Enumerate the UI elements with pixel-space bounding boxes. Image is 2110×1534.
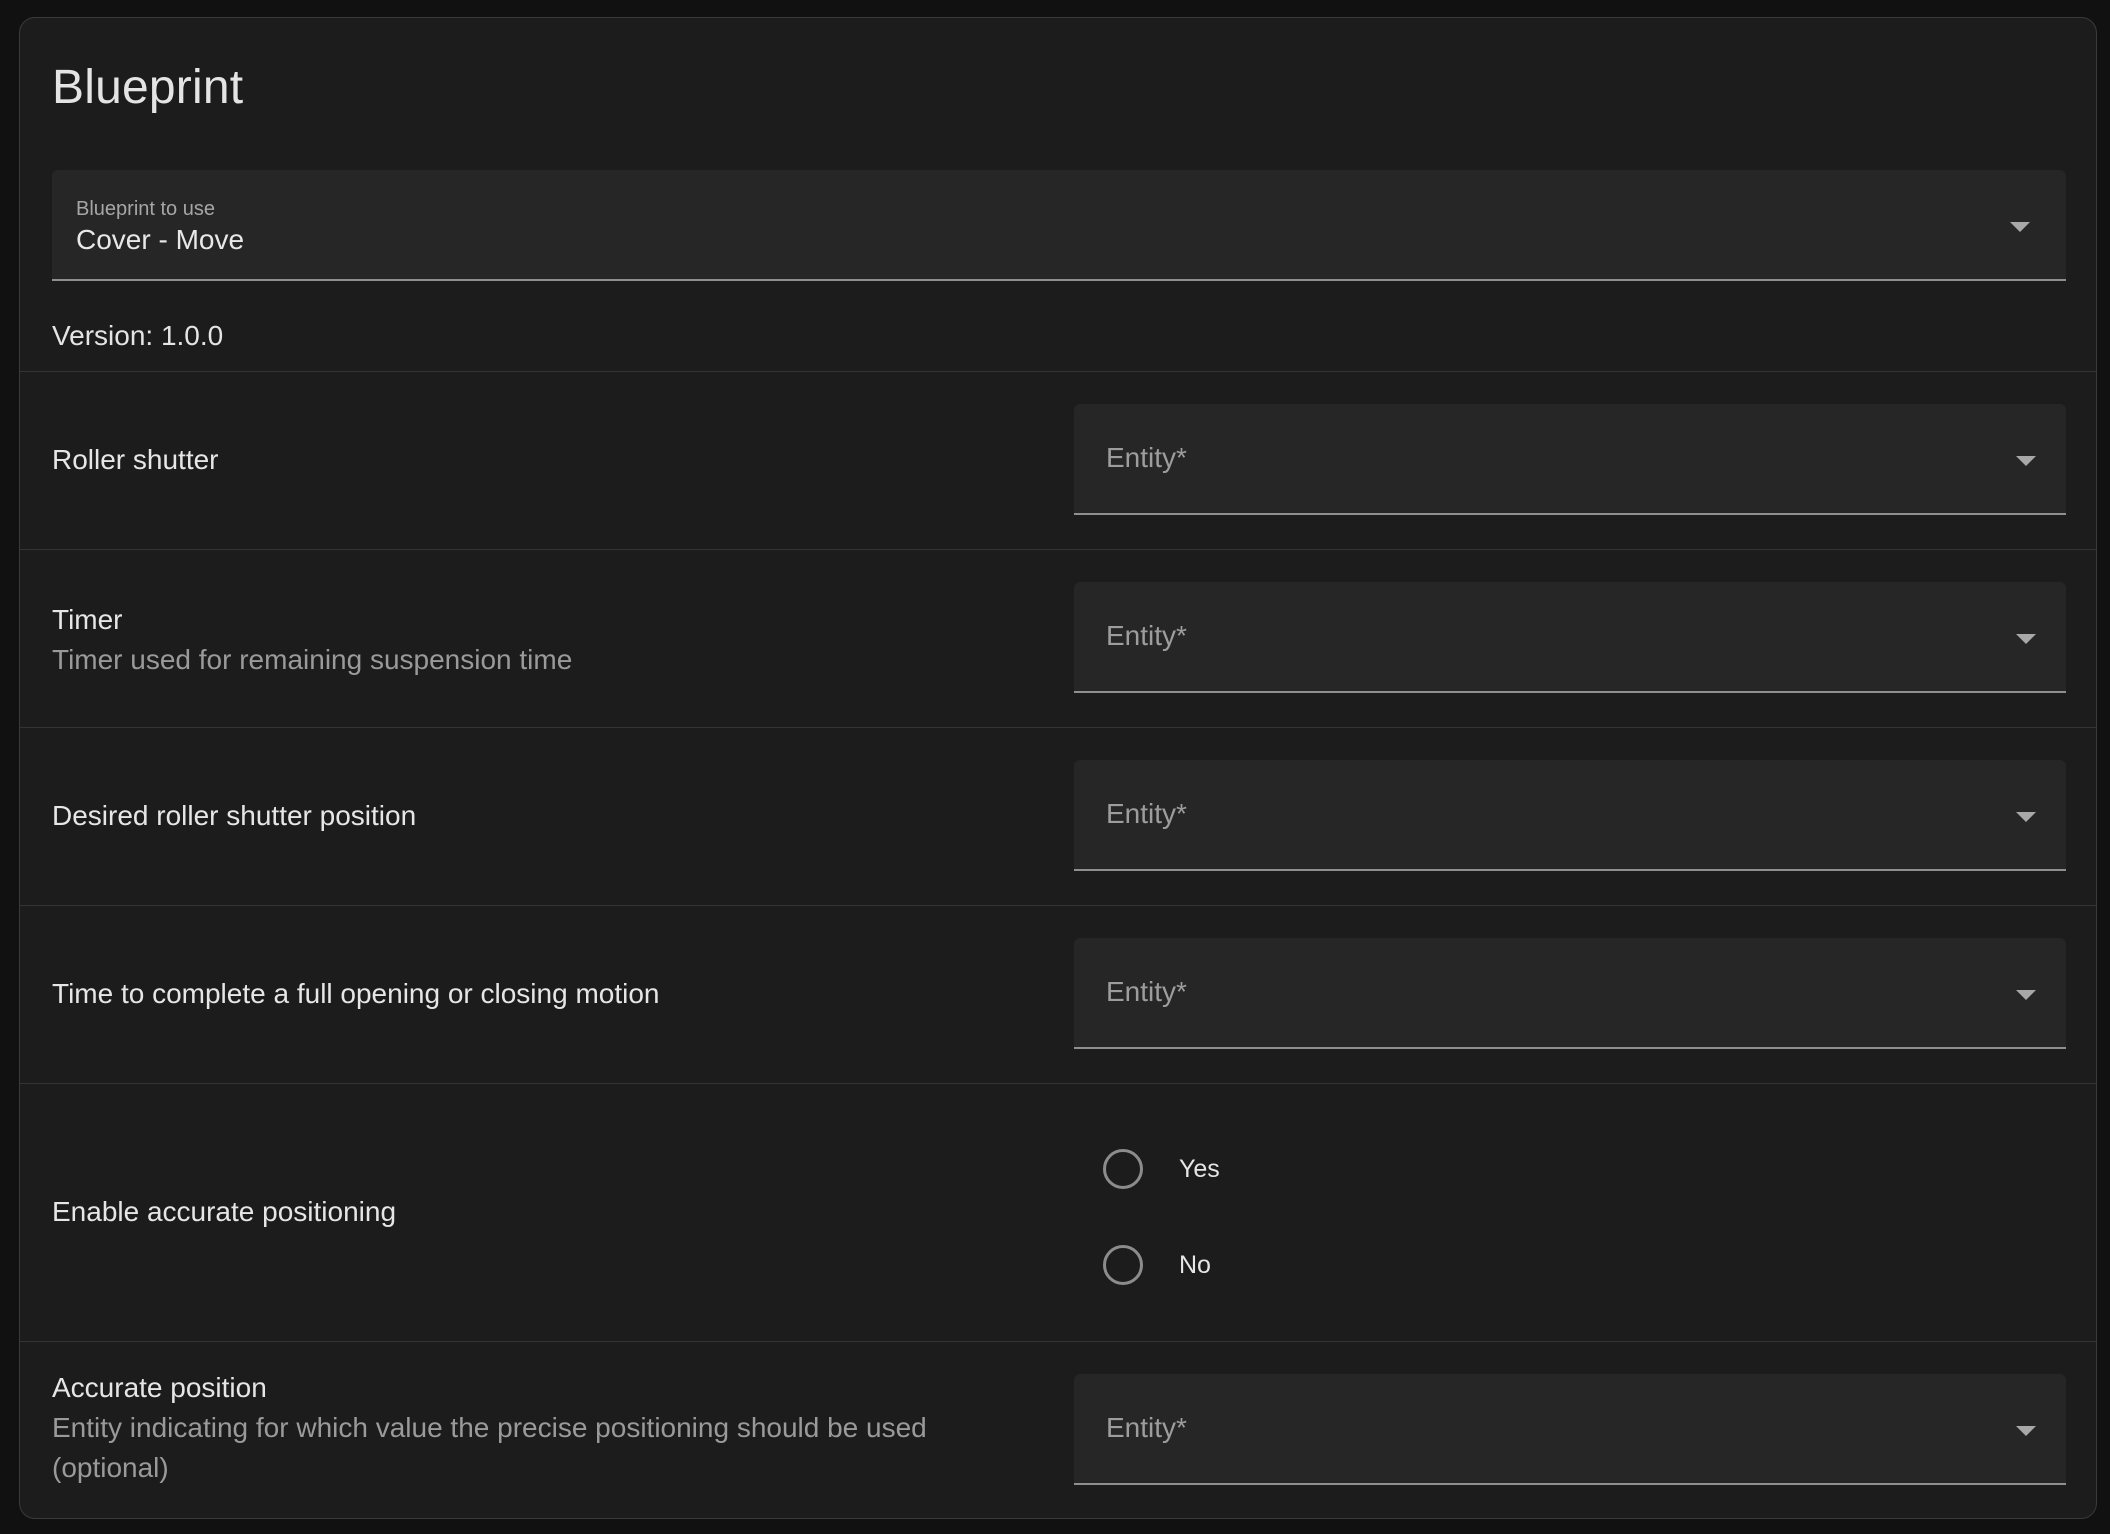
radio-option-yes[interactable]: Yes: [1103, 1139, 1220, 1199]
radio-label: No: [1179, 1250, 1211, 1279]
card-header: Blueprint Blueprint to use Cover - Move …: [20, 18, 2096, 371]
row-title: Enable accurate positioning: [52, 1196, 397, 1227]
entity-picker-timer[interactable]: Entity*: [1074, 582, 2066, 693]
row-label: Roller shutter: [52, 440, 1012, 480]
entity-picker-motion-time[interactable]: Entity*: [1074, 938, 2066, 1049]
input-row-accurate-position: Accurate position Entity indicating for …: [20, 1341, 2096, 1518]
radio-option-no[interactable]: No: [1103, 1235, 1211, 1295]
entity-picker-roller-shutter[interactable]: Entity*: [1074, 404, 2066, 515]
chevron-down-icon: [2010, 222, 2030, 232]
entity-placeholder: Entity*: [1106, 976, 1187, 1007]
entity-placeholder: Entity*: [1106, 1412, 1187, 1443]
input-row-desired-position: Desired roller shutter position Entity*: [20, 727, 2096, 905]
chevron-down-icon: [2016, 990, 2036, 1000]
chevron-down-icon: [2016, 812, 2036, 822]
row-title: Time to complete a full opening or closi…: [52, 978, 660, 1009]
input-row-timer: Timer Timer used for remaining suspensio…: [20, 549, 2096, 727]
row-label: Timer Timer used for remaining suspensio…: [52, 600, 1012, 680]
blueprint-select-label: Blueprint to use: [76, 198, 215, 220]
entity-picker-desired-position[interactable]: Entity*: [1074, 760, 2066, 871]
input-row-accurate-positioning-toggle: Enable accurate positioning Yes No: [20, 1083, 2096, 1341]
card-title: Blueprint: [52, 61, 244, 114]
row-label: Enable accurate positioning: [52, 1192, 1012, 1232]
blueprint-select[interactable]: Blueprint to use Cover - Move: [52, 170, 2066, 281]
radio-unchecked-icon[interactable]: [1103, 1245, 1143, 1285]
entity-placeholder: Entity*: [1106, 620, 1187, 651]
row-title: Timer: [52, 604, 123, 635]
chevron-down-icon: [2016, 456, 2036, 466]
input-row-roller-shutter: Roller shutter Entity*: [20, 371, 2096, 549]
row-label: Accurate position Entity indicating for …: [52, 1368, 992, 1488]
row-title: Desired roller shutter position: [52, 800, 417, 831]
blueprint-select-value: Cover - Move: [76, 224, 245, 255]
row-description: Timer used for remaining suspension time: [52, 644, 573, 675]
blueprint-version: Version: 1.0.0: [52, 320, 224, 351]
row-label: Time to complete a full opening or closi…: [52, 974, 1012, 1014]
entity-placeholder: Entity*: [1106, 442, 1187, 473]
row-description: Entity indicating for which value the pr…: [52, 1412, 927, 1483]
row-title: Accurate position: [52, 1372, 267, 1403]
blueprint-card: Blueprint Blueprint to use Cover - Move …: [19, 17, 2097, 1519]
row-label: Desired roller shutter position: [52, 796, 1012, 836]
radio-label: Yes: [1179, 1154, 1220, 1183]
radio-unchecked-icon[interactable]: [1103, 1149, 1143, 1189]
row-title: Roller shutter: [52, 444, 219, 475]
chevron-down-icon: [2016, 634, 2036, 644]
entity-placeholder: Entity*: [1106, 798, 1187, 829]
entity-picker-accurate-position[interactable]: Entity*: [1074, 1374, 2066, 1485]
input-row-motion-time: Time to complete a full opening or closi…: [20, 905, 2096, 1083]
chevron-down-icon: [2016, 1426, 2036, 1436]
